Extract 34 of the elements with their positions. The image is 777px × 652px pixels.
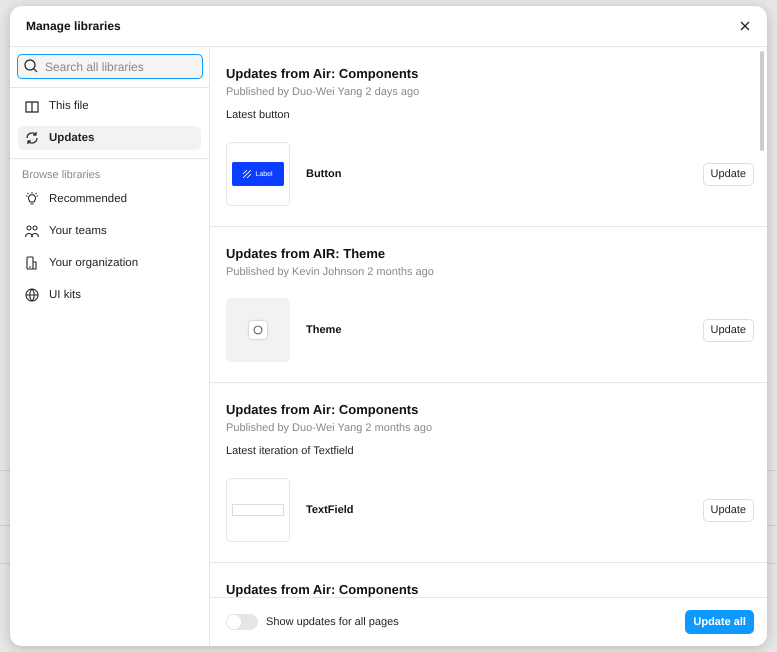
component-name: Button — [306, 168, 342, 180]
update-title: Updates from Air: Components — [226, 582, 420, 597]
toggle-switch[interactable] — [226, 614, 258, 630]
update-button[interactable]: Update — [702, 318, 754, 342]
update-title: Updates from Air: Components — [226, 402, 420, 417]
sidebar-item[interactable]: Recommended — [18, 187, 201, 211]
update-button[interactable]: Update — [702, 162, 754, 186]
update-title: Updates from Air: Components — [226, 66, 420, 81]
component-thumbnail — [226, 298, 290, 362]
component-name: TextField — [306, 504, 354, 516]
toggle-label: Show updates for all pages — [266, 616, 400, 628]
published-info: Published by Duo-Wei Yang 2 days ago — [226, 86, 420, 98]
sidebar-item[interactable]: Your teams — [18, 219, 201, 243]
published-info: Published by Kevin Johnson 2 months ago — [226, 266, 435, 278]
people-icon — [24, 223, 40, 239]
dialog-title: Manage libraries — [26, 19, 121, 33]
published-info: Published by Duo-Wei Yang 2 months ago — [226, 422, 434, 434]
search-field[interactable]: Search all libraries — [17, 54, 203, 79]
scrollbar[interactable] — [760, 51, 764, 151]
update-button[interactable]: Update — [702, 498, 754, 522]
update-description: Latest iteration of Textfield — [226, 445, 355, 457]
globe-icon — [24, 287, 40, 303]
refresh-icon — [24, 130, 40, 146]
update-title: Updates from AIR: Theme — [226, 246, 386, 261]
section-heading: Browse libraries — [21, 168, 102, 183]
sidebar-item[interactable]: Updates — [18, 126, 201, 150]
sidebar-item[interactable]: Your organization — [18, 251, 201, 275]
update-description: Latest button — [226, 109, 291, 121]
component-thumbnail — [226, 478, 290, 542]
lightbulb-icon — [24, 191, 40, 207]
search-icon — [23, 58, 39, 74]
sidebar-item[interactable]: This file — [18, 94, 201, 118]
sidebar-item[interactable]: UI kits — [18, 283, 201, 307]
component-name: Theme — [306, 324, 342, 336]
